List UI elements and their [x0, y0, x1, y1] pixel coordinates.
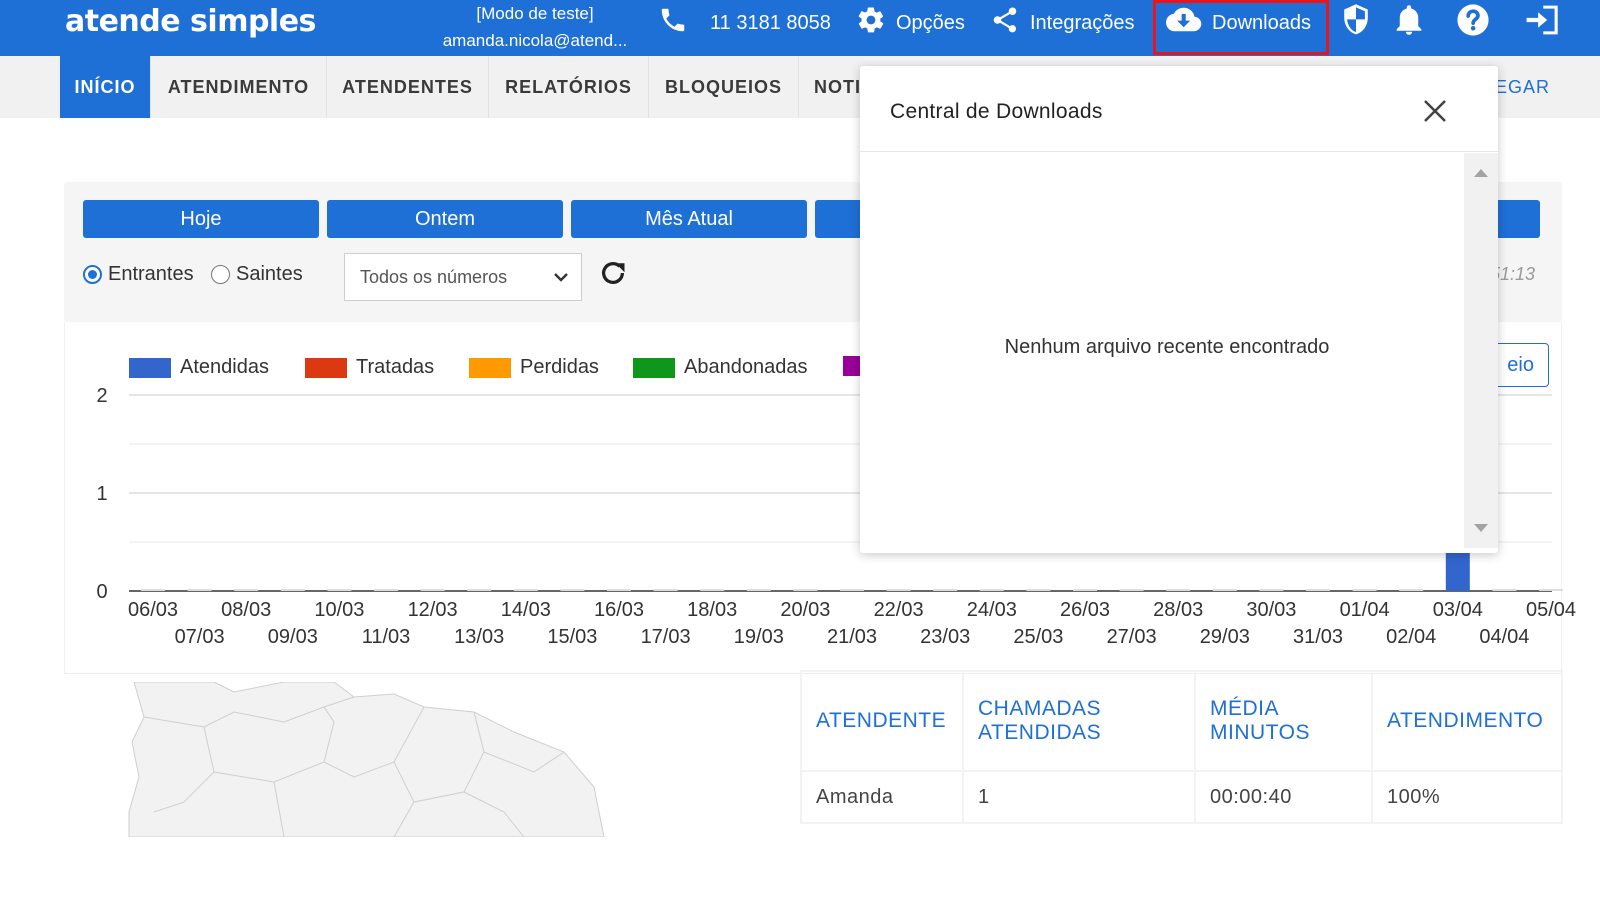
phone-icon	[658, 5, 688, 41]
col-header-media-minutos[interactable]: MÉDIA MINUTOS	[1194, 670, 1373, 772]
legend-tratadas[interactable]: Tratadas	[305, 356, 434, 379]
radio-outgoing-label: Saintes	[236, 263, 303, 285]
top-header: atende simples [Modo de teste] amanda.ni…	[0, 0, 1600, 56]
period-yesterday-button[interactable]: Ontem	[327, 200, 563, 238]
legend-atendidas[interactable]: Atendidas	[129, 356, 269, 379]
legend-swatch	[129, 357, 171, 378]
cloud-download-icon	[1164, 5, 1202, 41]
refresh-button[interactable]	[598, 258, 628, 293]
integrations-menu[interactable]: Integrações	[990, 0, 1135, 46]
col-header-chamadas-atendidas[interactable]: CHAMADAS ATENDIDAS	[962, 670, 1196, 772]
notifications-button[interactable]	[1394, 0, 1424, 46]
popup-scrollbar[interactable]	[1464, 153, 1498, 548]
user-email: amanda.nicola@atend...	[442, 31, 628, 50]
options-menu[interactable]: Opções	[856, 0, 965, 46]
tab-navegar-fragment[interactable]: EGAR	[1495, 56, 1550, 118]
chevron-down-icon	[554, 273, 568, 282]
help-button[interactable]	[1456, 0, 1490, 46]
popup-title: Central de Downloads	[890, 100, 1103, 123]
tab-relatorios[interactable]: RELATÓRIOS	[489, 56, 649, 118]
user-info[interactable]: [Modo de teste] amanda.nicola@atend...	[425, 0, 645, 54]
attendants-table: ATENDENTE CHAMADAS ATENDIDAS MÉDIA MINUTOS…	[800, 670, 1563, 824]
brazil-map[interactable]	[64, 682, 804, 837]
legend-swatch	[305, 357, 347, 378]
phone-link[interactable]: 11 3181 8058	[658, 0, 831, 46]
legend-swatch	[469, 357, 511, 378]
numbers-select[interactable]: Todos os números	[344, 253, 582, 301]
share-icon	[990, 5, 1020, 41]
legend-label: Tratadas	[356, 356, 435, 378]
map-region	[128, 682, 605, 837]
table-row: Amanda 1 00:00:40 100%	[800, 770, 1563, 824]
legend-perdidas[interactable]: Perdidas	[469, 356, 599, 379]
logout-icon	[1524, 4, 1560, 42]
scroll-up-arrow[interactable]	[1474, 169, 1488, 177]
scroll-down-arrow[interactable]	[1474, 524, 1488, 532]
options-label: Opções	[896, 11, 965, 34]
cell-service-rate: 100%	[1371, 770, 1563, 824]
cell-average-minutes: 00:00:40	[1194, 770, 1373, 824]
phone-number: 11 3181 8058	[710, 11, 831, 34]
legend-swatch	[633, 357, 675, 378]
downloads-popup: Central de Downloads Nenhum arquivo rece…	[860, 66, 1498, 553]
security-button[interactable]	[1340, 0, 1372, 46]
popup-header: Central de Downloads	[860, 66, 1498, 152]
integrations-label: Integrações	[1030, 11, 1135, 34]
downloads-menu[interactable]: Downloads	[1164, 0, 1311, 46]
test-mode-label: [Modo de teste]	[476, 4, 594, 23]
tab-inicio[interactable]: INÍCIO	[60, 56, 151, 118]
bell-icon	[1394, 4, 1424, 42]
popup-close-button[interactable]	[1422, 98, 1448, 129]
legend-abandonadas[interactable]: Abandonadas	[633, 356, 807, 379]
empty-downloads-message: Nenhum arquivo recente encontrado	[1004, 336, 1330, 358]
cell-attendant: Amanda	[800, 770, 964, 824]
legend-label: Abandonadas	[684, 356, 808, 378]
radio-incoming-dot	[83, 265, 102, 284]
refresh-icon	[602, 262, 625, 284]
tab-bloqueios[interactable]: BLOQUEIOS	[649, 56, 799, 118]
period-current-month-button[interactable]: Mês Atual	[571, 200, 807, 238]
close-icon	[1424, 100, 1446, 122]
radio-incoming[interactable]: Entrantes	[83, 263, 194, 286]
tab-atendentes[interactable]: ATENDENTES	[327, 56, 489, 118]
logout-button[interactable]	[1524, 0, 1560, 46]
gear-icon	[856, 5, 886, 41]
col-header-atendente[interactable]: ATENDENTE	[800, 670, 964, 772]
radio-incoming-label: Entrantes	[108, 263, 194, 285]
col-header-atendimento[interactable]: ATENDIMENTO	[1371, 670, 1563, 772]
popup-body: Nenhum arquivo recente encontrado	[860, 153, 1464, 553]
legend-label: Perdidas	[520, 356, 599, 378]
tab-notificacoes[interactable]: NOTI	[799, 56, 869, 118]
help-icon	[1456, 3, 1490, 43]
radio-outgoing-dot	[211, 265, 230, 284]
shield-icon	[1340, 3, 1372, 43]
downloads-label: Downloads	[1212, 11, 1311, 34]
numbers-select-value: Todos os números	[360, 266, 508, 287]
tab-atendimento[interactable]: ATENDIMENTO	[151, 56, 327, 118]
app-logo[interactable]: atende simples	[65, 4, 316, 39]
legend-label: Atendidas	[180, 356, 269, 378]
period-today-button[interactable]: Hoje	[83, 200, 319, 238]
radio-outgoing[interactable]: Saintes	[211, 263, 303, 286]
cell-answered-calls: 1	[962, 770, 1196, 824]
